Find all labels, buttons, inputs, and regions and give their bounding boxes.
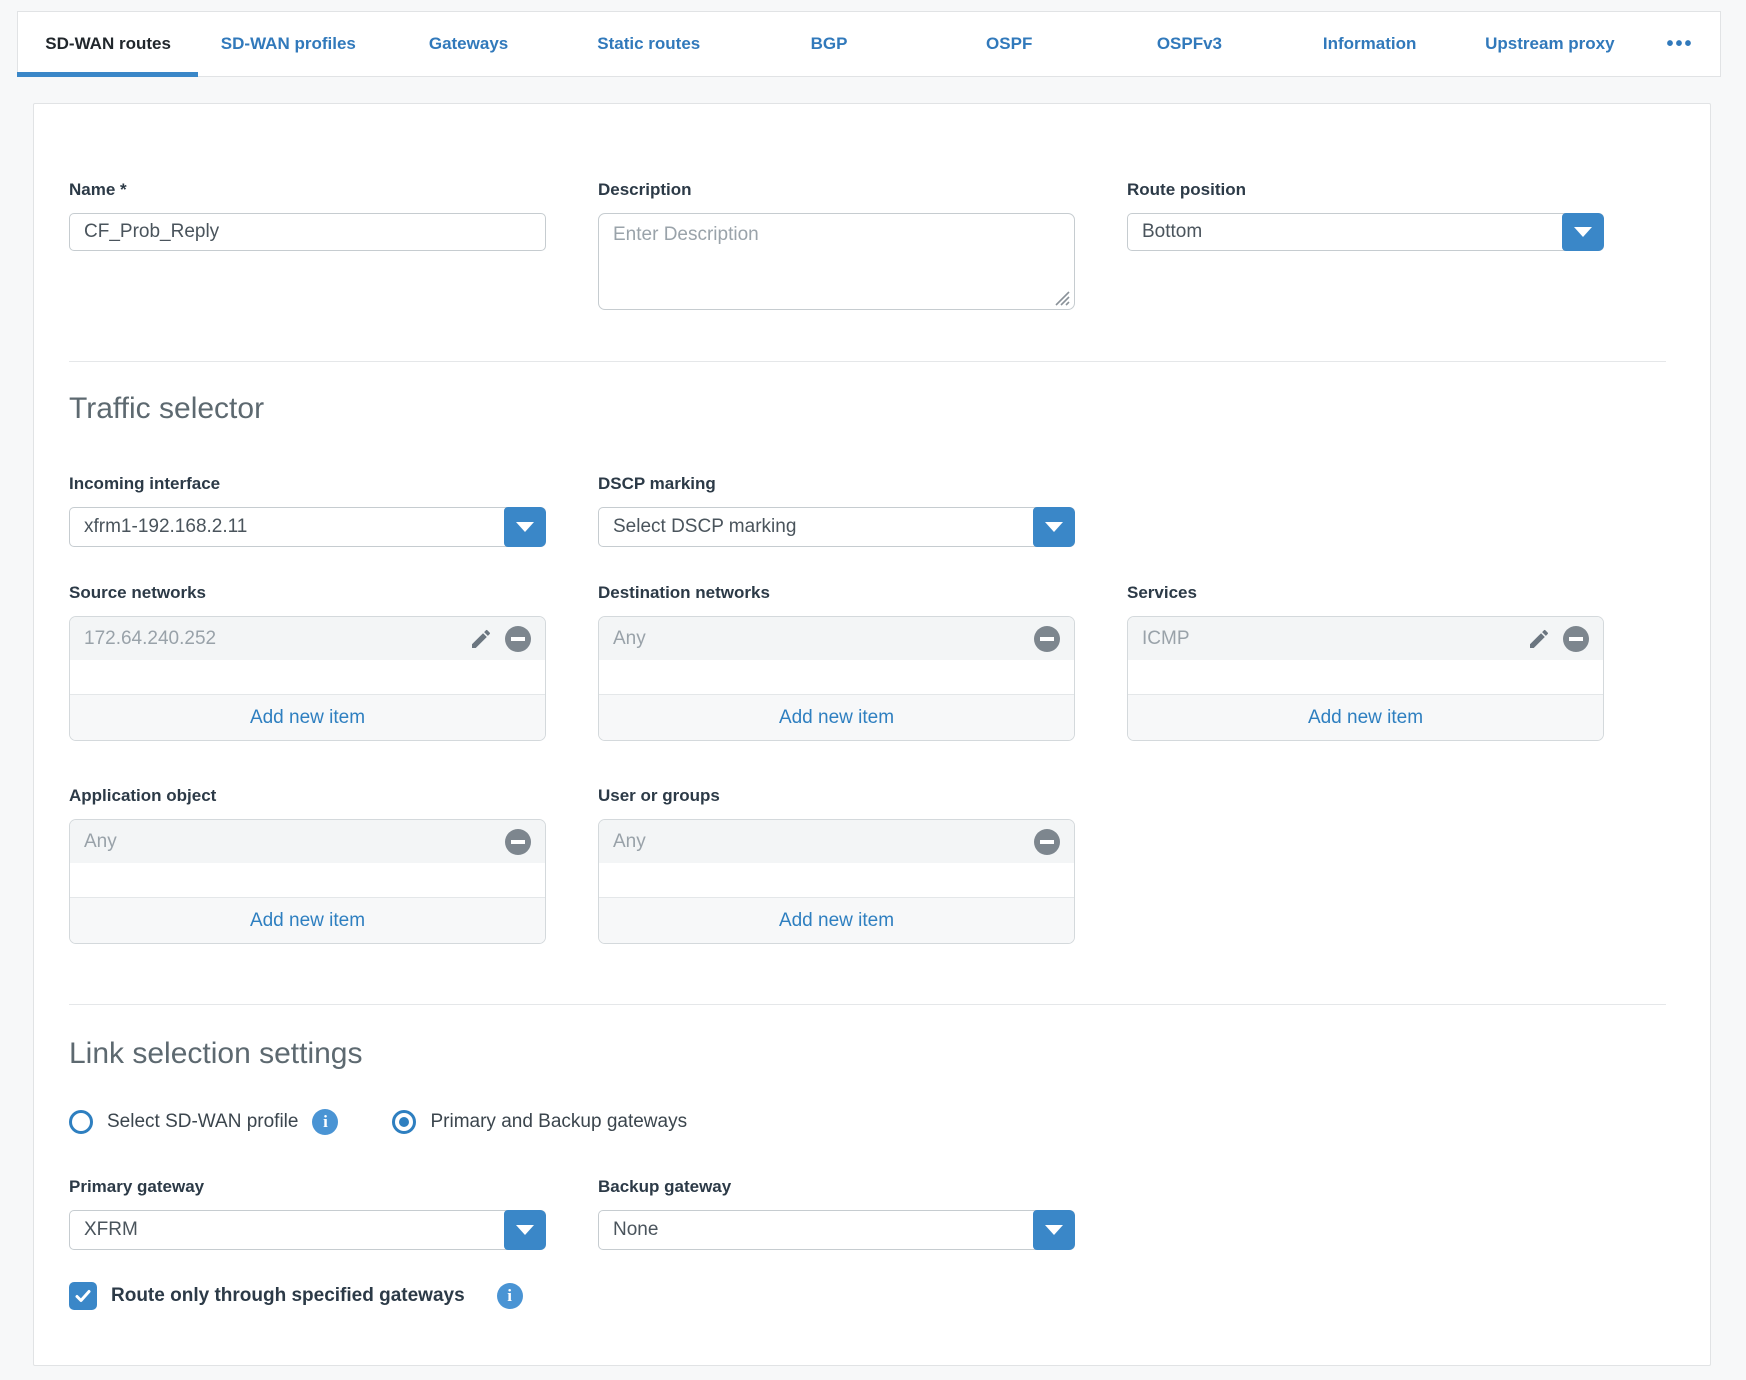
chevron-down-icon xyxy=(1045,1225,1063,1235)
select-sdwan-profile-radio-label: Select SD-WAN profile xyxy=(107,1111,298,1133)
user-or-groups-value: Any xyxy=(613,831,1022,853)
list-item: Any xyxy=(599,617,1074,660)
primary-gateway-dropdown-button[interactable] xyxy=(504,1210,546,1250)
primary-backup-gateways-radio[interactable] xyxy=(392,1110,416,1134)
source-networks-listbox: 172.64.240.252 Add new item xyxy=(69,616,546,741)
description-textarea[interactable] xyxy=(598,213,1075,310)
chevron-down-icon xyxy=(1045,522,1063,532)
destination-networks-listbox: Any Add new item xyxy=(598,616,1075,741)
tab-information[interactable]: Information xyxy=(1280,12,1460,76)
source-networks-add-button[interactable]: Add new item xyxy=(70,694,545,740)
list-item: Any xyxy=(599,820,1074,863)
destination-networks-add-button[interactable]: Add new item xyxy=(599,694,1074,740)
tab-static-routes[interactable]: Static routes xyxy=(559,12,739,76)
services-label: Services xyxy=(1127,583,1604,603)
backup-gateway-dropdown-button[interactable] xyxy=(1033,1210,1075,1250)
destination-networks-label: Destination networks xyxy=(598,583,1075,603)
incoming-interface-select[interactable]: xfrm1-192.168.2.11 xyxy=(69,507,546,547)
application-object-listbox: Any Add new item xyxy=(69,819,546,944)
remove-icon[interactable] xyxy=(1563,626,1589,652)
incoming-interface-value: xfrm1-192.168.2.11 xyxy=(84,516,247,538)
chevron-down-icon xyxy=(1574,227,1592,237)
chevron-down-icon xyxy=(516,1225,534,1235)
route-position-select[interactable]: Bottom xyxy=(1127,213,1604,251)
primary-gateway-value: XFRM xyxy=(84,1219,138,1241)
listbox-empty-area xyxy=(70,660,545,694)
edit-icon[interactable] xyxy=(1527,627,1551,651)
info-icon[interactable]: i xyxy=(312,1109,338,1135)
info-icon[interactable]: i xyxy=(497,1283,523,1309)
backup-gateway-select[interactable]: None xyxy=(598,1210,1075,1250)
primary-gateway-label: Primary gateway xyxy=(69,1177,546,1197)
tab-upstream-proxy[interactable]: Upstream proxy xyxy=(1460,12,1640,76)
section-divider xyxy=(69,1004,1666,1005)
route-position-dropdown-button[interactable] xyxy=(1562,213,1604,251)
edit-icon[interactable] xyxy=(469,627,493,651)
select-sdwan-profile-radio[interactable] xyxy=(69,1110,93,1134)
route-form-panel: Name * Description Route xyxy=(33,103,1711,1366)
more-tabs-icon[interactable]: ••• xyxy=(1640,12,1720,76)
services-listbox: ICMP Add new item xyxy=(1127,616,1604,741)
backup-gateway-value: None xyxy=(613,1219,658,1241)
route-only-checkbox[interactable] xyxy=(69,1282,97,1310)
remove-icon[interactable] xyxy=(1034,626,1060,652)
tab-sdwan-profiles[interactable]: SD-WAN profiles xyxy=(198,12,378,76)
dscp-marking-label: DSCP marking xyxy=(598,474,1075,494)
listbox-empty-area xyxy=(1128,660,1603,694)
name-label: Name * xyxy=(69,180,546,200)
section-divider xyxy=(69,361,1666,362)
tab-gateways[interactable]: Gateways xyxy=(378,12,558,76)
remove-icon[interactable] xyxy=(505,829,531,855)
dscp-marking-dropdown-button[interactable] xyxy=(1033,507,1075,547)
primary-gateway-select[interactable]: XFRM xyxy=(69,1210,546,1250)
chevron-down-icon xyxy=(516,522,534,532)
tab-sdwan-routes[interactable]: SD-WAN routes xyxy=(18,12,198,76)
incoming-interface-label: Incoming interface xyxy=(69,474,546,494)
route-position-label: Route position xyxy=(1127,180,1604,200)
services-add-button[interactable]: Add new item xyxy=(1128,694,1603,740)
list-item: ICMP xyxy=(1128,617,1603,660)
incoming-interface-dropdown-button[interactable] xyxy=(504,507,546,547)
application-object-add-button[interactable]: Add new item xyxy=(70,897,545,943)
backup-gateway-label: Backup gateway xyxy=(598,1177,1075,1197)
source-networks-label: Source networks xyxy=(69,583,546,603)
destination-network-value: Any xyxy=(613,628,1022,650)
user-or-groups-label: User or groups xyxy=(598,786,1075,806)
primary-backup-gateways-radio-label: Primary and Backup gateways xyxy=(430,1111,687,1133)
dscp-marking-select[interactable]: Select DSCP marking xyxy=(598,507,1075,547)
list-item: 172.64.240.252 xyxy=(70,617,545,660)
application-object-value: Any xyxy=(84,831,493,853)
listbox-empty-area xyxy=(70,863,545,897)
listbox-empty-area xyxy=(599,660,1074,694)
tab-ospf[interactable]: OSPF xyxy=(919,12,1099,76)
remove-icon[interactable] xyxy=(1034,829,1060,855)
listbox-empty-area xyxy=(599,863,1074,897)
link-selection-title: Link selection settings xyxy=(69,1037,1666,1071)
remove-icon[interactable] xyxy=(505,626,531,652)
sdwan-route-editor-page: SD-WAN routes SD-WAN profiles Gateways S… xyxy=(0,0,1746,1380)
user-or-groups-add-button[interactable]: Add new item xyxy=(599,897,1074,943)
description-label: Description xyxy=(598,180,1075,200)
name-input[interactable] xyxy=(69,213,546,251)
tab-ospfv3[interactable]: OSPFv3 xyxy=(1099,12,1279,76)
application-object-label: Application object xyxy=(69,786,546,806)
route-only-checkbox-label: Route only through specified gateways xyxy=(111,1285,465,1307)
list-item: Any xyxy=(70,820,545,863)
service-value: ICMP xyxy=(1142,628,1515,650)
user-or-groups-listbox: Any Add new item xyxy=(598,819,1075,944)
tab-bar: SD-WAN routes SD-WAN profiles Gateways S… xyxy=(17,11,1721,77)
tab-bgp[interactable]: BGP xyxy=(739,12,919,76)
traffic-selector-title: Traffic selector xyxy=(69,392,1666,426)
route-position-value: Bottom xyxy=(1142,221,1202,243)
source-network-value: 172.64.240.252 xyxy=(84,628,457,650)
checkmark-icon xyxy=(74,1287,92,1305)
dscp-marking-value: Select DSCP marking xyxy=(613,516,796,538)
